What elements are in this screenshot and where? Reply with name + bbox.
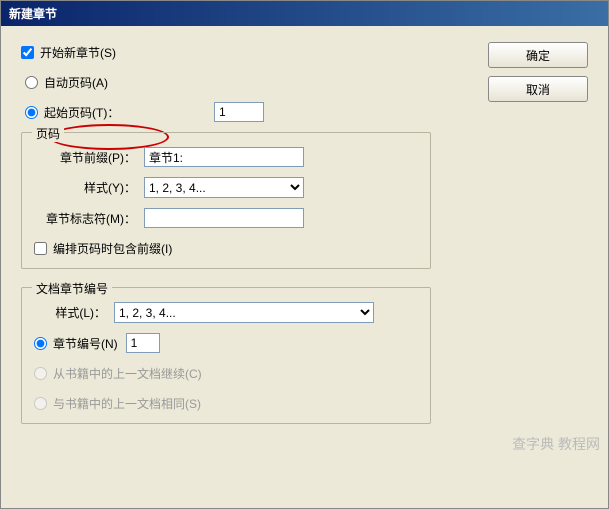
prefix-label: 章节前缀(P)： [34, 149, 144, 166]
start-page-radio[interactable] [25, 106, 38, 119]
start-new-section-label: 开始新章节(S) [40, 44, 116, 61]
section-number-label: 章节编号(N) [53, 335, 118, 352]
include-prefix-row: 编排页码时包含前缀(I) [34, 238, 418, 258]
dialog-window: 新建章节 确定 取消 开始新章节(S) 自动页码(A) 起始页码(T)： [0, 0, 609, 509]
marker-label: 章节标志符(M)： [34, 210, 144, 227]
prefix-input[interactable] [144, 147, 304, 167]
button-area: 确定 取消 [488, 42, 588, 110]
page-number-legend: 页码 [32, 125, 64, 142]
page-number-fieldset: 页码 章节前缀(P)： 样式(Y)： 1, 2, 3, 4... 章节标志符(M… [21, 132, 431, 269]
cancel-button[interactable]: 取消 [488, 76, 588, 102]
start-page-row: 起始页码(T)： [21, 102, 431, 122]
auto-page-row: 自动页码(A) [21, 72, 431, 92]
style-select[interactable]: 1, 2, 3, 4... [144, 177, 304, 198]
include-prefix-label: 编排页码时包含前缀(I) [53, 240, 172, 257]
doc-section-legend: 文档章节编号 [32, 280, 112, 297]
window-title: 新建章节 [9, 7, 57, 21]
prefix-row: 章节前缀(P)： [34, 147, 418, 167]
section-number-row: 章节编号(N) [34, 333, 418, 353]
start-new-section-checkbox[interactable] [21, 46, 34, 59]
start-page-label: 起始页码(T)： [44, 104, 214, 121]
watermark-text: 查字典 教程网 [512, 434, 600, 454]
start-new-section-row: 开始新章节(S) [21, 42, 431, 62]
auto-page-label: 自动页码(A) [44, 74, 108, 91]
dialog-content: 确定 取消 开始新章节(S) 自动页码(A) 起始页码(T)： 页码 [1, 26, 608, 458]
doc-section-fieldset: 文档章节编号 样式(L)： 1, 2, 3, 4... 章节编号(N) 从书籍中… [21, 287, 431, 424]
titlebar: 新建章节 [1, 1, 608, 26]
section-number-radio[interactable] [34, 337, 47, 350]
same-radio [34, 397, 47, 410]
auto-page-radio[interactable] [25, 76, 38, 89]
doc-style-row: 样式(L)： 1, 2, 3, 4... [34, 302, 418, 323]
start-page-input[interactable] [214, 102, 264, 122]
inherit-row: 从书籍中的上一文档继续(C) [34, 363, 418, 383]
doc-style-label: 样式(L)： [34, 304, 114, 321]
main-area: 开始新章节(S) 自动页码(A) 起始页码(T)： 页码 章节前缀(P)： [21, 42, 431, 424]
section-number-input[interactable] [126, 333, 160, 353]
same-label: 与书籍中的上一文档相同(S) [53, 395, 201, 412]
same-row: 与书籍中的上一文档相同(S) [34, 393, 418, 413]
marker-row: 章节标志符(M)： [34, 208, 418, 228]
doc-style-select[interactable]: 1, 2, 3, 4... [114, 302, 374, 323]
inherit-label: 从书籍中的上一文档继续(C) [53, 365, 202, 382]
style-label: 样式(Y)： [34, 179, 144, 196]
ok-button[interactable]: 确定 [488, 42, 588, 68]
include-prefix-checkbox[interactable] [34, 242, 47, 255]
marker-input[interactable] [144, 208, 304, 228]
inherit-radio [34, 367, 47, 380]
style-row: 样式(Y)： 1, 2, 3, 4... [34, 177, 418, 198]
